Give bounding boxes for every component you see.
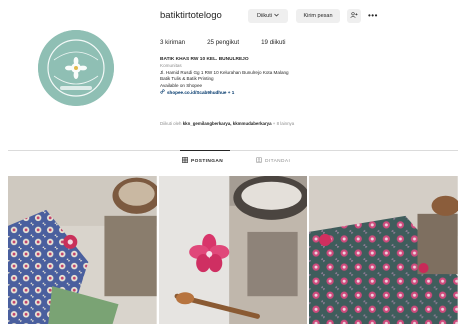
profile-link-text: shopee.co.id/Scab9hudhue + 1 — [167, 89, 235, 95]
profile-avatar[interactable] — [38, 30, 114, 106]
following-count[interactable]: 19 diikuti — [261, 39, 285, 46]
add-person-icon — [350, 12, 358, 20]
instagram-profile-page: batiktirtotelogo Diikuti Kirim pesan •••… — [0, 0, 460, 324]
active-tab-indicator — [180, 150, 230, 151]
avatar-logo-image — [38, 30, 114, 106]
followed-by-names: kkn_gemilangberkarya, kkmmudaberkarya — [182, 121, 272, 126]
following-button[interactable]: Diikuti — [248, 9, 288, 23]
message-button-label: Kirim pesan — [303, 13, 333, 19]
followed-by-prefix: Diikuti oleh — [160, 121, 182, 126]
followed-by-suffix: + 8 lainnya — [272, 121, 295, 126]
followed-by-text[interactable]: Diikuti oleh kkn_gemilangberkarya, kkmmu… — [160, 121, 294, 126]
tab-tagged-label: DITANDAI — [265, 158, 291, 164]
suggested-accounts-button[interactable] — [347, 9, 361, 23]
message-button[interactable]: Kirim pesan — [296, 9, 340, 23]
grid-icon — [182, 157, 188, 165]
profile-stats: 3 kiriman 25 pengikut 19 diikuti — [160, 39, 286, 46]
profile-username: batiktirtotelogo — [160, 10, 222, 21]
post-image — [8, 176, 157, 324]
post-image — [158, 176, 308, 324]
post-thumbnail[interactable] — [158, 176, 308, 324]
followers-count[interactable]: 25 pengikut — [207, 39, 239, 46]
chevron-down-icon — [274, 13, 279, 19]
profile-link[interactable]: shopee.co.id/Scab9hudhue + 1 — [160, 89, 430, 96]
tag-icon — [256, 157, 262, 165]
tab-tagged[interactable]: DITANDAI — [256, 157, 290, 165]
tabs-divider — [8, 150, 458, 151]
posts-count[interactable]: 3 kiriman — [160, 39, 185, 46]
posts-grid — [8, 176, 459, 324]
post-thumbnail[interactable] — [309, 176, 459, 324]
profile-bio: BATIK KHAS RW 10 KEL. BUNULREJO Komunita… — [160, 57, 430, 96]
post-thumbnail[interactable] — [8, 176, 157, 324]
tab-posts[interactable]: POSTINGAN — [182, 157, 223, 165]
tab-posts-label: POSTINGAN — [191, 158, 224, 164]
post-image — [309, 176, 459, 324]
following-button-label: Diikuti — [257, 13, 272, 19]
more-icon[interactable]: ••• — [368, 11, 378, 20]
link-icon — [160, 89, 165, 96]
